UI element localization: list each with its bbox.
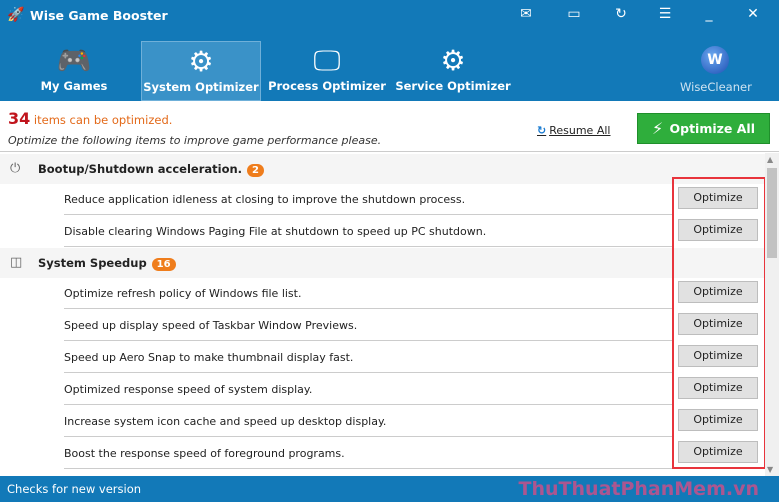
monitor-pulse-icon: 🖵 <box>313 44 341 77</box>
summary-header: 34 items can be optimized. Optimize the … <box>0 101 779 152</box>
mail-icon[interactable]: ✉ <box>516 6 536 22</box>
section-system-speedup: ◫ System Speedup 16 <box>0 248 765 278</box>
item-text: Optimized response speed of system displ… <box>64 383 313 396</box>
tab-my-games[interactable]: 🎮 My Games <box>14 41 134 101</box>
undo-icon: ↻ <box>537 124 547 137</box>
wisecleaner-link[interactable]: W WiseCleaner <box>680 44 752 94</box>
tab-system-optimizer[interactable]: ⚙ System Optimizer <box>141 41 261 101</box>
rocket-icon: 🚀 <box>7 7 25 23</box>
feedback-icon[interactable]: ▭ <box>564 6 584 22</box>
close-button[interactable]: ✕ <box>743 6 763 22</box>
gamepad-icon: 🎮 <box>56 44 92 77</box>
section-title: Bootup/Shutdown acceleration. <box>38 162 243 176</box>
main-nav: 🎮 My Games ⚙ System Optimizer 🖵 Process Opt… <box>0 32 779 101</box>
refresh-icon[interactable]: ↻ <box>611 6 631 22</box>
item-text: Speed up display speed of Taskbar Window… <box>64 319 358 332</box>
menu-icon[interactable]: ☰ <box>655 6 675 22</box>
item-text: Increase system icon cache and speed up … <box>64 415 387 428</box>
section-bootup: ⏻ Bootup/Shutdown acceleration. 2 <box>0 154 765 184</box>
list-item: Increase system icon cache and speed up … <box>64 405 672 437</box>
power-icon: ⏻ <box>10 161 21 176</box>
tab-label: Service Optimizer <box>395 79 511 93</box>
list-item: Optimized response speed of system displ… <box>64 373 672 405</box>
wisecleaner-label: WiseCleaner <box>680 80 752 94</box>
watermark: ThuThuatPhanMem.vn <box>518 478 759 500</box>
list-item: Speed up display speed of Taskbar Window… <box>64 309 672 341</box>
tab-label: Process Optimizer <box>268 79 386 93</box>
highlight-box <box>672 177 766 469</box>
item-text: Optimize refresh policy of Windows file … <box>64 287 302 300</box>
scroll-up-icon[interactable]: ▲ <box>767 155 773 164</box>
resume-all-label: Resume All <box>549 124 611 137</box>
title-bar: 🚀 Wise Game Booster ✉ ▭ ↻ ☰ _ ✕ <box>0 0 779 32</box>
item-text: Disable clearing Windows Paging File at … <box>64 225 487 238</box>
scroll-thumb[interactable] <box>767 168 777 258</box>
list-item: Speed up Aero Snap to make thumbnail dis… <box>64 341 672 373</box>
app-title: Wise Game Booster <box>30 8 168 23</box>
hint-text: Optimize the following items to improve … <box>8 134 382 147</box>
minimize-button[interactable]: _ <box>699 6 719 22</box>
list-item: Optimize refresh policy of Windows file … <box>64 277 672 309</box>
optimize-all-button[interactable]: ⚡ Optimize All <box>637 113 770 144</box>
item-text: Speed up Aero Snap to make thumbnail dis… <box>64 351 354 364</box>
check-version-link[interactable]: Checks for new version <box>7 482 141 496</box>
resume-all-link[interactable]: ↻ Resume All <box>537 124 610 137</box>
lightning-icon: ⚡ <box>652 119 664 138</box>
item-text: Reduce application idleness at closing t… <box>64 193 466 206</box>
item-text: Boost the response speed of foreground p… <box>64 447 345 460</box>
list-item: Boost the response speed of foreground p… <box>64 437 672 469</box>
scroll-down-icon[interactable]: ▼ <box>767 465 773 474</box>
section-title: System Speedup <box>38 256 147 270</box>
optimize-all-label: Optimize All <box>669 121 756 136</box>
tab-label: My Games <box>40 79 108 93</box>
tab-service-optimizer[interactable]: ⚙ Service Optimizer <box>393 41 513 101</box>
list-item: Reduce application idleness at closing t… <box>64 183 672 215</box>
status-bar: Checks for new version ThuThuatPhanMem.v… <box>0 476 779 502</box>
cube-icon: ◫ <box>10 255 23 270</box>
optimizable-count: 34 items can be optimized. <box>8 109 172 128</box>
tab-process-optimizer[interactable]: 🖵 Process Optimizer <box>267 41 387 101</box>
count-badge: 2 <box>247 164 265 177</box>
gears-icon: ⚙ <box>440 44 466 77</box>
count-badge: 16 <box>151 258 176 271</box>
count-number: 34 <box>8 109 31 128</box>
scrollbar[interactable]: ▲ ▼ <box>765 153 779 476</box>
optimization-list: ⏻ Bootup/Shutdown acceleration. 2 Reduce a… <box>0 153 765 476</box>
count-text: items can be optimized. <box>30 113 173 127</box>
tab-label: System Optimizer <box>143 80 259 94</box>
gear-wrench-icon: ⚙ <box>188 45 214 78</box>
list-item: Disable clearing Windows Paging File at … <box>64 215 672 247</box>
wisecleaner-logo-icon: W <box>701 46 729 74</box>
